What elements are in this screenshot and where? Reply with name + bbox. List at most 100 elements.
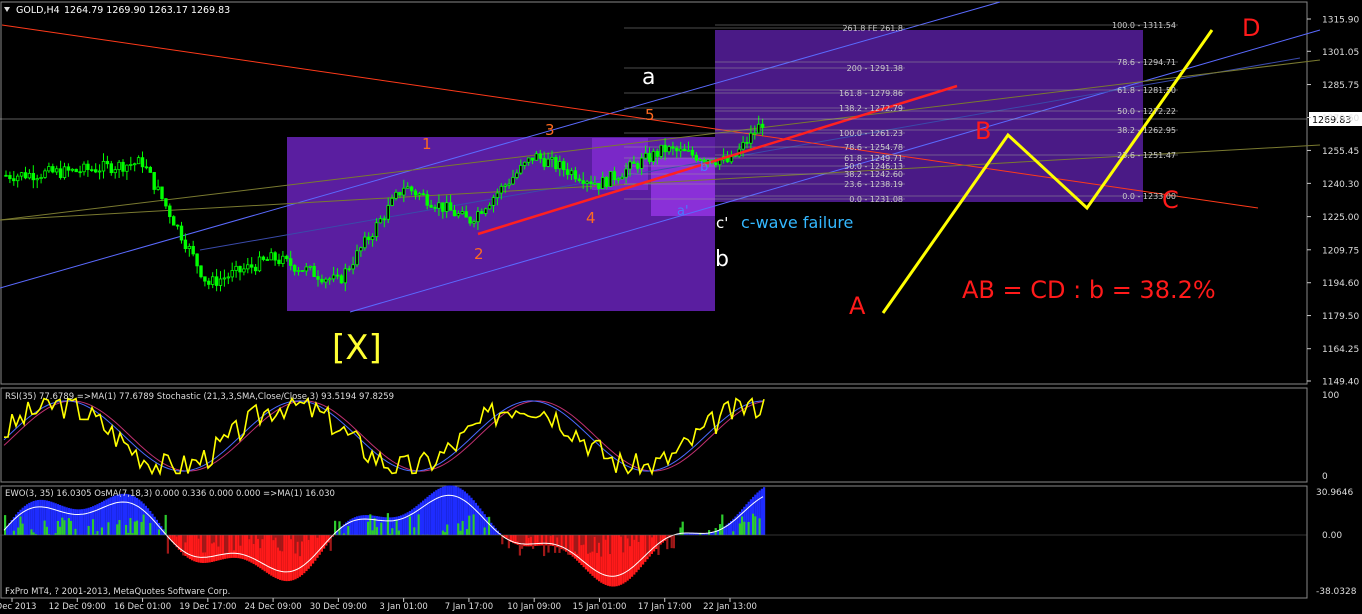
- ewo-bar: [114, 495, 117, 535]
- collapse-triangle-icon[interactable]: [4, 7, 10, 12]
- candle-body: [694, 154, 698, 161]
- candle-body: [550, 156, 554, 160]
- ewo-bar: [358, 515, 361, 535]
- osma-bar: [217, 535, 220, 547]
- fib-left-label: 23.6 - 1238.19: [844, 180, 903, 189]
- candle-body: [285, 255, 289, 260]
- candle-body: [253, 266, 258, 272]
- osma-bar: [587, 535, 590, 554]
- osma-bar: [754, 516, 757, 535]
- ewo-bar: [144, 505, 147, 535]
- candle-body: [441, 202, 445, 212]
- osma-bar: [580, 535, 583, 546]
- osma-bar: [276, 535, 279, 548]
- candle-body: [58, 168, 63, 178]
- ewo-bar: [756, 492, 759, 535]
- candle-body: [97, 170, 102, 173]
- osma-bar: [600, 535, 603, 557]
- osma-bar: [413, 527, 416, 535]
- chart-canvas[interactable]: 1269.83 1315.901301.051285.751270.601255…: [0, 0, 1362, 614]
- candle-body: [511, 177, 515, 185]
- osma-bar: [116, 524, 119, 535]
- ewo-bar: [474, 502, 477, 535]
- osma-bar: [573, 535, 576, 552]
- candle-body: [109, 163, 113, 174]
- osma-bar: [743, 521, 746, 535]
- fib-right-label: 100.0 - 1311.54: [1112, 21, 1176, 30]
- osma-bar: [538, 535, 541, 543]
- osma-bar: [591, 535, 594, 552]
- candle-body: [464, 211, 468, 218]
- candle-body: [538, 153, 542, 159]
- ewo-bar: [389, 517, 392, 535]
- candle-body: [331, 274, 336, 280]
- ewo-bar: [52, 502, 55, 535]
- ewo-bar: [633, 535, 636, 575]
- osma-bar: [248, 535, 251, 540]
- ewo-bar: [72, 508, 75, 535]
- osma-bar: [672, 535, 675, 549]
- ewo-bar: [602, 535, 605, 584]
- candle-body: [140, 157, 145, 168]
- candle-body: [495, 192, 500, 198]
- ewo-bar: [382, 517, 385, 535]
- ewo-bar: [206, 535, 209, 563]
- candle-body: [265, 259, 269, 261]
- candle-body: [745, 141, 749, 144]
- ewo-bar: [241, 535, 244, 560]
- candle-body: [273, 252, 277, 261]
- candle-body: [257, 256, 262, 272]
- candle-body: [62, 166, 67, 178]
- fib-left-label: 161.8 - 1279.86: [839, 89, 903, 98]
- ewo-bar: [94, 505, 97, 535]
- ewo-bar: [76, 509, 79, 535]
- osma-bar: [136, 520, 139, 535]
- time-axis: 9 Dec 2013 12 Dec 09:00 16 Dec 01:00 19 Dec…: [0, 598, 757, 612]
- candle-body: [483, 208, 488, 214]
- ewo-bar: [243, 535, 246, 560]
- ewo-bar: [41, 499, 44, 535]
- ewo-bar: [444, 486, 447, 535]
- candle-body: [359, 247, 363, 252]
- candle-body: [409, 186, 414, 192]
- candle-body: [452, 209, 457, 217]
- wave-label-3: 3: [545, 121, 555, 139]
- ewo-bar: [323, 535, 326, 549]
- candle-body: [690, 149, 695, 156]
- candle-body: [370, 236, 375, 240]
- price-tick-label: 1285.75: [1322, 81, 1359, 91]
- candle-body: [421, 193, 425, 196]
- osma-bar: [96, 531, 99, 535]
- ewo-bar: [28, 502, 31, 535]
- wave-label-b-prime: b': [700, 160, 712, 175]
- ewo-bar: [81, 509, 84, 535]
- candle-body: [686, 149, 691, 152]
- candle-body: [296, 270, 301, 272]
- candle-body: [714, 162, 718, 166]
- osma-bar: [19, 516, 22, 535]
- candle-body: [363, 236, 367, 249]
- ewo-bar: [635, 535, 638, 573]
- osma-bar: [457, 523, 460, 535]
- candle-body: [47, 166, 51, 172]
- stochastic-signal-line: [3, 400, 765, 472]
- ewo-bar: [525, 535, 528, 547]
- candle-body: [199, 265, 203, 278]
- ewo-bar: [314, 535, 317, 561]
- osma-bar: [468, 515, 471, 535]
- ewo-bar: [272, 535, 275, 577]
- osma-bar: [633, 535, 636, 540]
- osma-bar: [576, 535, 579, 554]
- osma-bar: [472, 514, 475, 535]
- osma-bar: [107, 522, 110, 535]
- candle-body: [15, 175, 20, 182]
- ewo-bar: [65, 507, 68, 535]
- osma-bar: [747, 521, 750, 535]
- candle-body: [534, 153, 539, 161]
- ewo-bar: [268, 535, 271, 575]
- osma-bar: [523, 535, 526, 544]
- candle-body: [460, 211, 464, 215]
- candle-body: [647, 152, 652, 162]
- candle-body: [491, 197, 496, 206]
- osma-bar: [158, 529, 161, 535]
